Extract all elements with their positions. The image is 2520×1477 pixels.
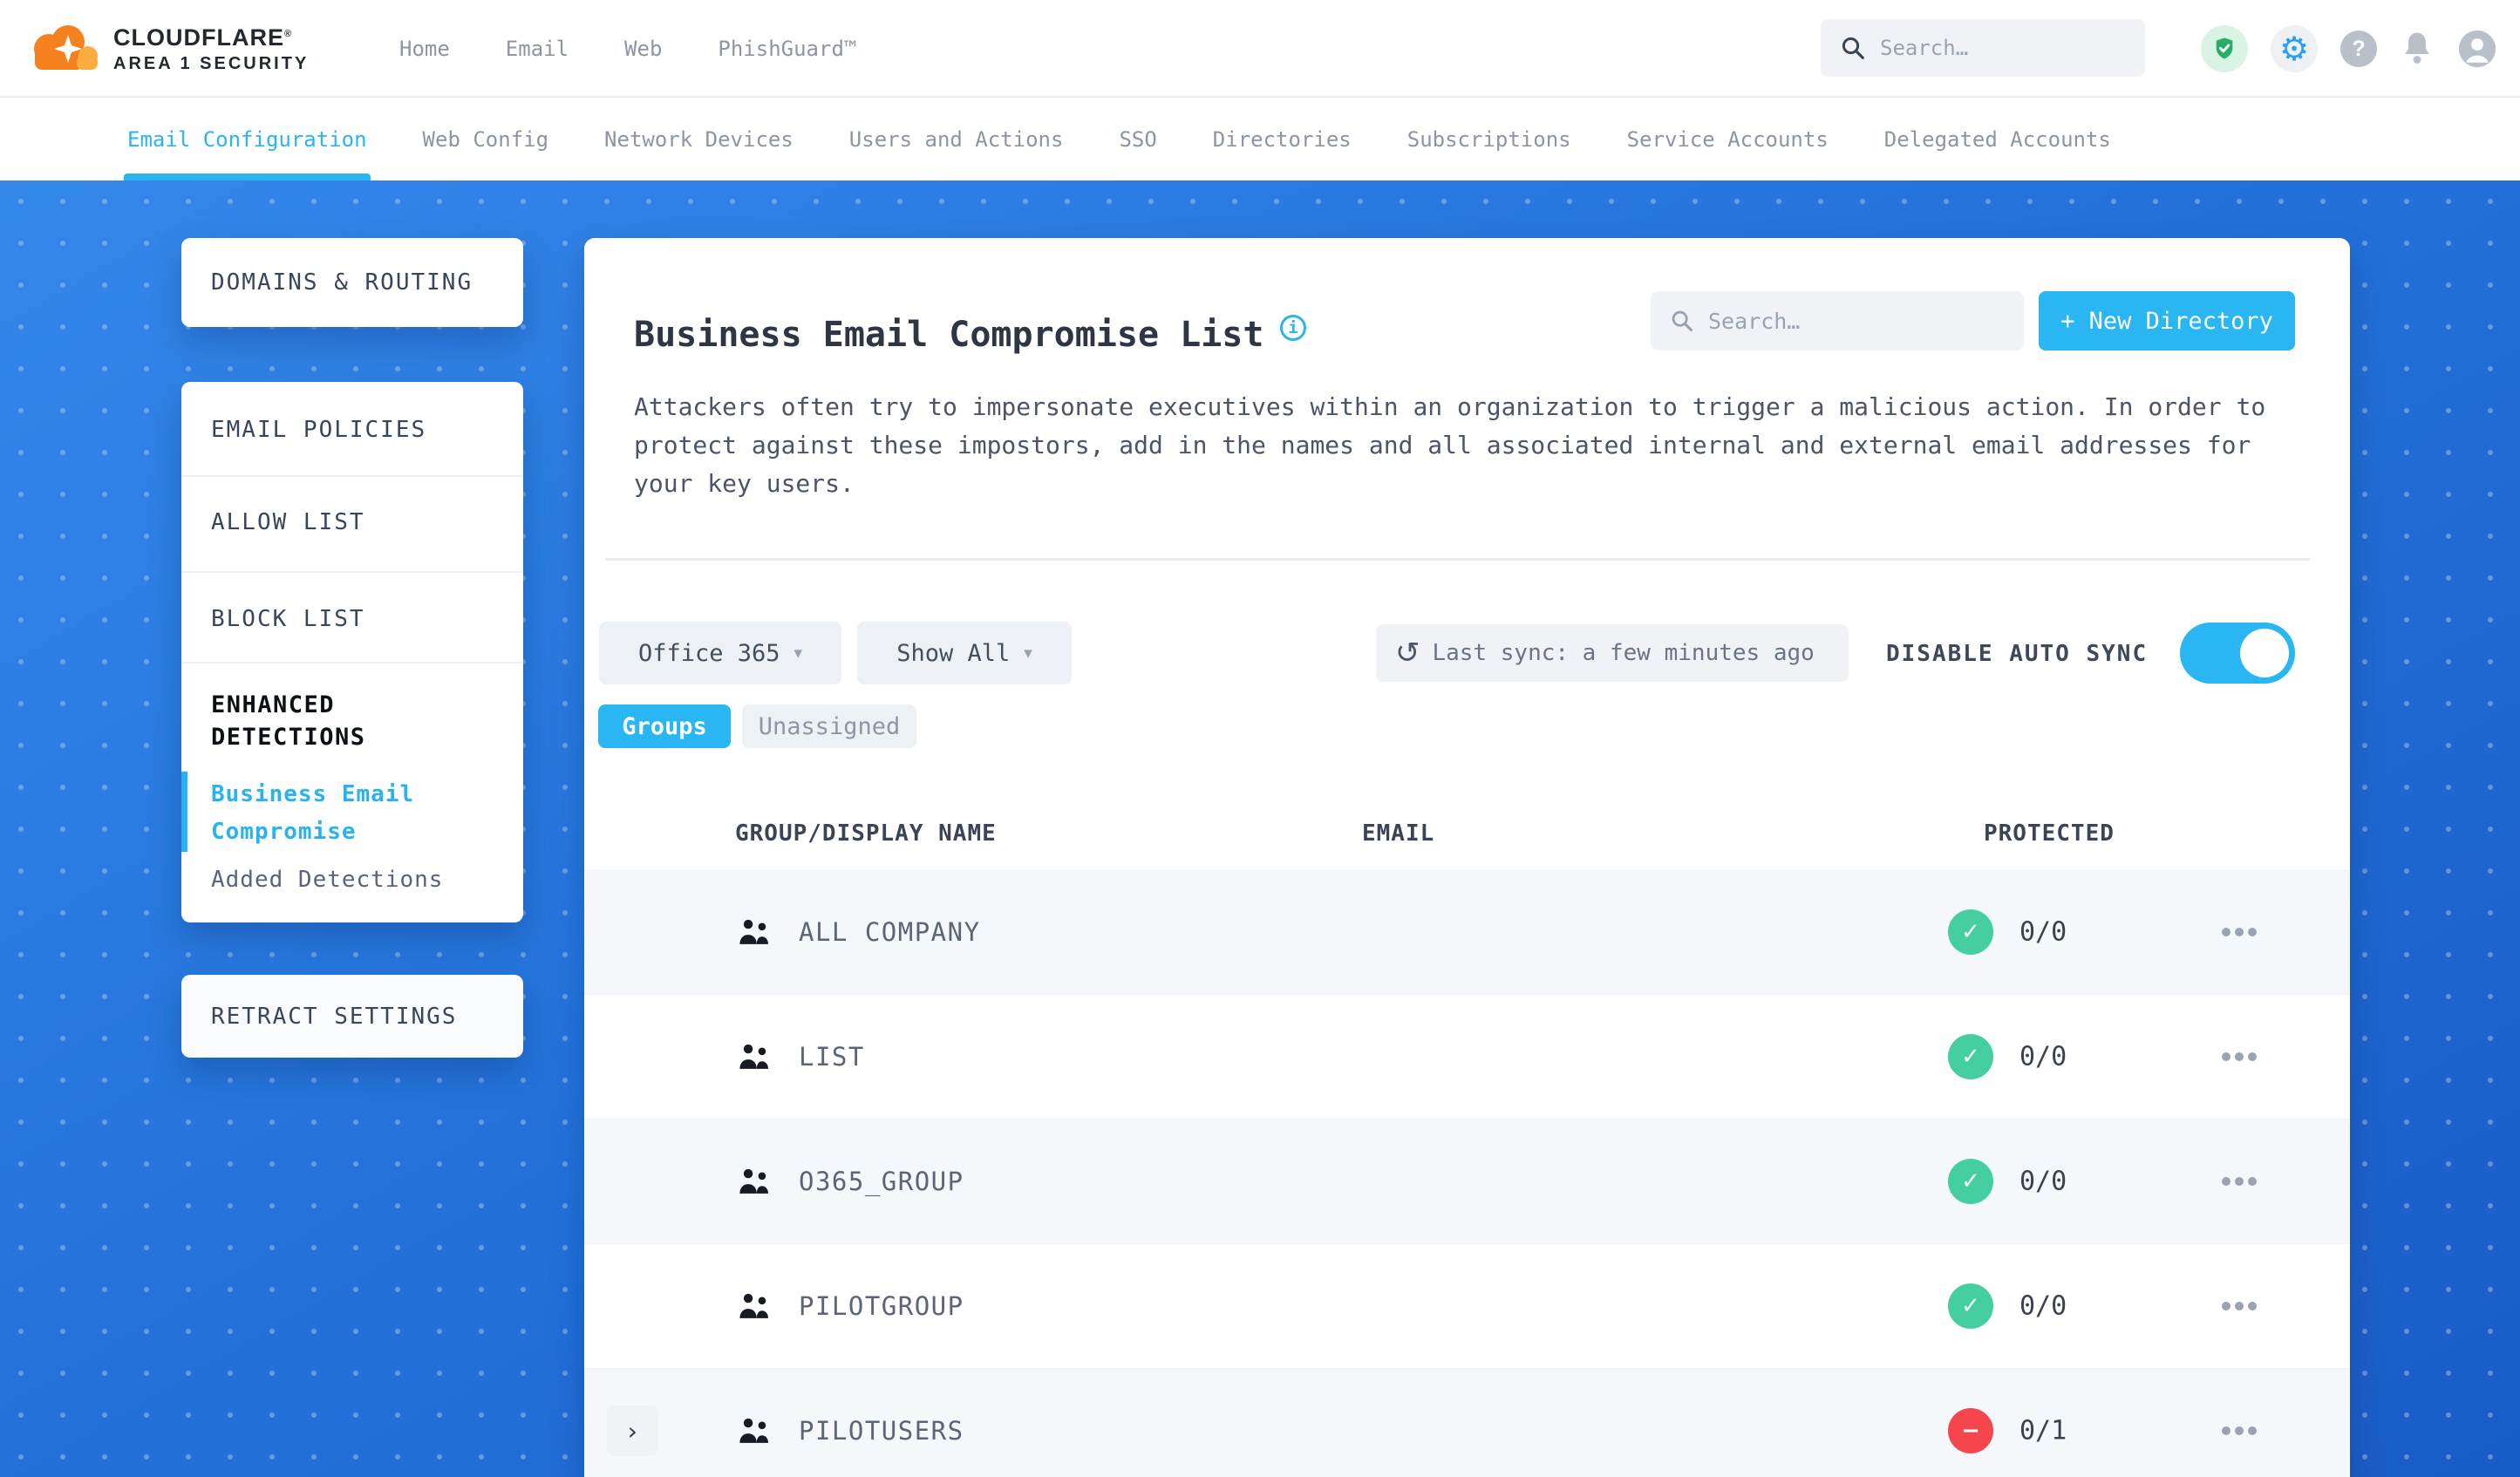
- column-header-protected: PROTECTED: [1984, 820, 2115, 847]
- table-row[interactable]: › PILOTGROUP ✓ 0/0: [584, 1243, 2350, 1368]
- show-filter-select[interactable]: Show All ▾: [857, 622, 1072, 684]
- nav-item-phishguard[interactable]: PhishGuard™: [718, 37, 856, 61]
- chevron-down-icon: ▾: [793, 643, 803, 663]
- row-menu-button[interactable]: [2222, 1302, 2257, 1310]
- sidebar-item-allow-list[interactable]: ALLOW LIST: [211, 509, 365, 535]
- sidebar-item-domains-routing[interactable]: DOMAINS & ROUTING: [181, 238, 523, 327]
- protected-count: 0/1: [2019, 1415, 2067, 1446]
- list-search-placeholder: Search…: [1708, 308, 1801, 334]
- column-header-email: EMAIL: [1362, 820, 1435, 847]
- protected-count: 0/0: [2019, 1290, 2067, 1322]
- divider: [605, 558, 2310, 561]
- tab-groups[interactable]: Groups: [598, 704, 731, 748]
- group-name: PILOTGROUP: [799, 1291, 964, 1321]
- last-sync-button[interactable]: ↻ Last sync: a few minutes ago: [1376, 624, 1849, 682]
- group-name: PILOTUSERS: [799, 1416, 964, 1446]
- protected-count: 0/0: [2019, 1041, 2067, 1072]
- sidebar-item-added-detections[interactable]: Added Detections: [211, 867, 443, 893]
- page-title: Business Email Compromise List: [634, 315, 1264, 355]
- nav-item-email[interactable]: Email: [506, 37, 569, 61]
- tab-unassigned[interactable]: Unassigned: [742, 704, 916, 748]
- group-table: › ALL COMPANY ✓ 0/0 › LIST ✓ 0/0 › O365_…: [584, 869, 2350, 1477]
- table-row[interactable]: › LIST ✓ 0/0: [584, 994, 2350, 1119]
- group-name: LIST: [799, 1042, 865, 1072]
- group-people-icon: [739, 1044, 768, 1069]
- group-people-icon: [739, 919, 768, 944]
- sidebar-item-enhanced-detections[interactable]: ENHANCED DETECTIONS: [211, 689, 490, 753]
- global-search-placeholder: Search…: [1880, 36, 1969, 60]
- table-row[interactable]: › O365_GROUP ✓ 0/0: [584, 1119, 2350, 1243]
- page-description: Attackers often try to impersonate execu…: [634, 392, 2266, 498]
- sidebar-item-email-policies[interactable]: EMAIL POLICIES: [211, 417, 426, 443]
- protected-count: 0/0: [2019, 1166, 2067, 1197]
- header-icon-row: ⚙ ?: [2201, 0, 2497, 98]
- group-people-icon: [739, 1293, 768, 1318]
- divider: [181, 571, 523, 573]
- tab-subscriptions[interactable]: Subscriptions: [1407, 98, 1571, 180]
- notifications-bell-icon[interactable]: [2400, 30, 2435, 68]
- expand-chevron-button[interactable]: ›: [607, 1406, 657, 1456]
- disable-auto-sync-label: DISABLE AUTO SYNC: [1886, 641, 2149, 667]
- divider: [181, 475, 523, 477]
- group-people-icon: [739, 1418, 768, 1443]
- nav-item-web[interactable]: Web: [624, 37, 662, 61]
- search-icon: [1672, 310, 1693, 332]
- protected-status-badge: ✓: [1948, 1283, 1993, 1329]
- section-nav: Email Configuration Web Config Network D…: [0, 98, 2520, 180]
- directory-select[interactable]: Office 365 ▾: [599, 622, 841, 684]
- divider: [181, 662, 523, 664]
- table-row[interactable]: › ALL COMPANY ✓ 0/0: [584, 869, 2350, 994]
- list-search-input[interactable]: Search…: [1651, 291, 2024, 351]
- table-row[interactable]: › PILOTUSERS − 0/1: [584, 1368, 2350, 1477]
- protected-status-badge: ✓: [1948, 1159, 1993, 1204]
- row-menu-button[interactable]: [2222, 927, 2257, 936]
- group-people-icon: [739, 1168, 768, 1194]
- cloudflare-cloud-icon: [34, 25, 98, 70]
- group-name: O365_GROUP: [799, 1167, 964, 1196]
- cloudflare-logo: CLOUDFLARE® AREA 1 SECURITY: [24, 9, 309, 89]
- content-card: Business Email Compromise List i Search……: [584, 238, 2350, 1477]
- auto-sync-toggle[interactable]: [2180, 623, 2295, 684]
- protected-count: 0/0: [2019, 916, 2067, 947]
- row-menu-button[interactable]: [2222, 1426, 2257, 1435]
- chevron-down-icon: ▾: [1024, 643, 1032, 663]
- search-icon: [1842, 37, 1864, 59]
- logo-wordmark: CLOUDFLARE®: [113, 24, 293, 51]
- header-nav: Home Email Web PhishGuard™: [399, 0, 856, 98]
- user-avatar-icon[interactable]: [2457, 29, 2497, 69]
- row-menu-button[interactable]: [2222, 1177, 2257, 1186]
- global-search-input[interactable]: Search…: [1821, 19, 2145, 77]
- group-name: ALL COMPANY: [799, 916, 981, 947]
- sidebar-policies-card: EMAIL POLICIES ALLOW LIST BLOCK LIST ENH…: [181, 382, 523, 922]
- protected-status-badge: ✓: [1948, 1034, 1993, 1079]
- protected-status-badge: ✓: [1948, 909, 1993, 955]
- new-directory-button[interactable]: + New Directory: [2039, 291, 2295, 351]
- help-icon[interactable]: ?: [2340, 31, 2377, 67]
- toggle-knob: [2240, 629, 2289, 677]
- column-header-group-display-name: GROUP/DISPLAY NAME: [735, 820, 997, 847]
- sidebar-item-retract-settings[interactable]: RETRACT SETTINGS: [181, 975, 523, 1058]
- info-icon[interactable]: i: [1280, 315, 1306, 341]
- sidebar-item-block-list[interactable]: BLOCK LIST: [211, 606, 365, 632]
- active-item-indicator: [181, 772, 187, 852]
- refresh-icon: ↻: [1395, 636, 1420, 670]
- tab-email-configuration[interactable]: Email Configuration: [124, 98, 371, 180]
- tab-service-accounts[interactable]: Service Accounts: [1627, 98, 1829, 180]
- tab-sso[interactable]: SSO: [1119, 98, 1156, 180]
- protected-status-badge: −: [1948, 1408, 1993, 1453]
- tab-delegated-accounts[interactable]: Delegated Accounts: [1884, 98, 2111, 180]
- last-sync-label: Last sync: a few minutes ago: [1432, 640, 1815, 666]
- tab-web-config[interactable]: Web Config: [423, 98, 549, 180]
- nav-item-home[interactable]: Home: [399, 37, 450, 61]
- tab-users-and-actions[interactable]: Users and Actions: [849, 98, 1064, 180]
- registered-mark: ®: [283, 28, 293, 39]
- logo-product-line: AREA 1 SECURITY: [113, 53, 310, 73]
- row-menu-button[interactable]: [2222, 1052, 2257, 1061]
- tab-network-devices[interactable]: Network Devices: [604, 98, 793, 180]
- tab-directories[interactable]: Directories: [1213, 98, 1352, 180]
- sidebar-item-business-email-compromise[interactable]: Business Email Compromise: [211, 776, 473, 851]
- settings-gear-icon[interactable]: ⚙: [2271, 25, 2318, 72]
- shield-check-icon[interactable]: [2201, 25, 2248, 72]
- app-header: CLOUDFLARE® AREA 1 SECURITY Home Email W…: [0, 0, 2520, 98]
